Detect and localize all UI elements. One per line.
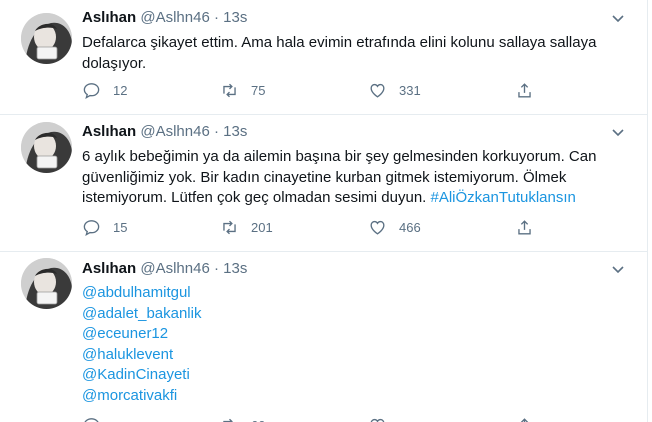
heart-icon xyxy=(370,220,385,235)
tweet-actions: 12 75 331 xyxy=(82,81,552,101)
share-button[interactable] xyxy=(515,81,546,100)
tweet[interactable]: Aslıhan @Aslhn46 · 13s @abdulhamitgul @a… xyxy=(0,252,647,422)
heart-icon xyxy=(370,418,385,422)
tweet-actions: 15 201 466 xyxy=(82,218,552,238)
like-button[interactable]: 331 xyxy=(368,81,421,100)
share-icon xyxy=(520,418,529,422)
heart-icon xyxy=(370,83,385,98)
chevron-down-icon[interactable] xyxy=(610,261,626,277)
retweet-count: 60 xyxy=(251,416,265,422)
hashtag-link[interactable]: #AliÖzkanTutuklansın xyxy=(431,189,576,206)
separator: · xyxy=(213,260,219,277)
tweet[interactable]: Aslıhan @Aslhn46 · 13s 6 aylık bebeğimin… xyxy=(0,115,647,252)
avatar[interactable] xyxy=(21,122,72,173)
tweet-line: güvenliğimiz yok. Bir kadın cinayetine k… xyxy=(82,168,567,186)
timestamp[interactable]: 13s xyxy=(223,9,247,26)
like-button[interactable]: 466 xyxy=(368,218,421,237)
reply-icon xyxy=(84,418,99,422)
reply-button[interactable]: 12 xyxy=(82,81,127,100)
retweet-button[interactable]: 75 xyxy=(220,81,265,100)
like-count: 466 xyxy=(399,220,421,235)
mention-link[interactable]: @abdulhamitgul xyxy=(82,283,201,304)
reply-button[interactable]: 15 xyxy=(82,218,127,237)
mention-link[interactable]: @eceuner12 xyxy=(82,324,201,345)
retweet-icon xyxy=(223,220,236,235)
retweet-button[interactable]: 201 xyxy=(220,218,273,237)
retweet-count: 201 xyxy=(251,220,273,235)
chevron-down-icon[interactable] xyxy=(610,10,626,26)
timestamp[interactable]: 13s xyxy=(223,123,247,140)
username[interactable]: @Aslhn46 xyxy=(140,9,209,26)
mention-link[interactable]: @haluklevent xyxy=(82,345,201,366)
tweet-header: Aslıhan @Aslhn46 · 13s xyxy=(82,8,247,28)
mention-link[interactable]: @morcativakfi xyxy=(82,386,201,407)
display-name[interactable]: Aslıhan xyxy=(82,123,136,140)
timeline: Aslıhan @Aslhn46 · 13s Defalarca şikayet… xyxy=(0,0,648,422)
separator: · xyxy=(213,123,219,140)
timestamp[interactable]: 13s xyxy=(223,260,247,277)
username[interactable]: @Aslhn46 xyxy=(140,260,209,277)
share-icon xyxy=(518,220,531,235)
username[interactable]: @Aslhn46 xyxy=(140,123,209,140)
share-button[interactable] xyxy=(515,218,546,237)
tweet-line: istemiyorum. Lütfen çok geç olmadan sesi… xyxy=(82,188,622,209)
reply-button[interactable] xyxy=(82,416,113,422)
tweet-line-text: istemiyorum. Lütfen çok geç olmadan sesi… xyxy=(82,189,427,206)
mention-link[interactable]: @adalet_bakanlik xyxy=(82,304,201,325)
mention-link[interactable]: @KadinCinayeti xyxy=(82,365,201,386)
reply-icon xyxy=(83,83,100,100)
avatar[interactable] xyxy=(21,258,72,309)
like-count: 331 xyxy=(399,83,421,98)
chevron-down-icon[interactable] xyxy=(610,124,626,140)
tweet-line: 6 aylık bebeğimin ya da ailemin başına b… xyxy=(82,148,597,165)
reply-count: 15 xyxy=(113,220,128,235)
reply-count: 12 xyxy=(113,83,128,98)
tweet[interactable]: Aslıhan @Aslhn46 · 13s Defalarca şikayet… xyxy=(0,0,647,115)
retweet-icon xyxy=(223,83,236,98)
retweet-icon xyxy=(223,418,233,422)
tweet-header: Aslıhan @Aslhn46 · 13s xyxy=(82,122,247,142)
separator: · xyxy=(213,9,219,26)
tweet-actions: 60 xyxy=(82,416,552,422)
avatar[interactable] xyxy=(21,13,72,64)
retweet-button[interactable]: 60 xyxy=(220,416,265,422)
mention-list: @abdulhamitgul @adalet_bakanlik @eceuner… xyxy=(82,283,201,406)
tweet-line: dolaşıyor. xyxy=(82,54,147,72)
tweet-text: Defalarca şikayet ettim. Ama hala evimin… xyxy=(82,33,622,74)
reply-icon xyxy=(83,220,100,237)
like-button[interactable] xyxy=(368,416,399,422)
tweet-header: Aslıhan @Aslhn46 · 13s xyxy=(82,259,247,279)
share-button[interactable] xyxy=(515,416,546,422)
display-name[interactable]: Aslıhan xyxy=(82,260,136,277)
tweet-line: Defalarca şikayet ettim. Ama hala evimin… xyxy=(82,34,597,51)
tweet-text: 6 aylık bebeğimin ya da ailemin başına b… xyxy=(82,147,622,209)
retweet-count: 75 xyxy=(251,83,266,98)
share-icon xyxy=(518,83,531,98)
display-name[interactable]: Aslıhan xyxy=(82,9,136,26)
